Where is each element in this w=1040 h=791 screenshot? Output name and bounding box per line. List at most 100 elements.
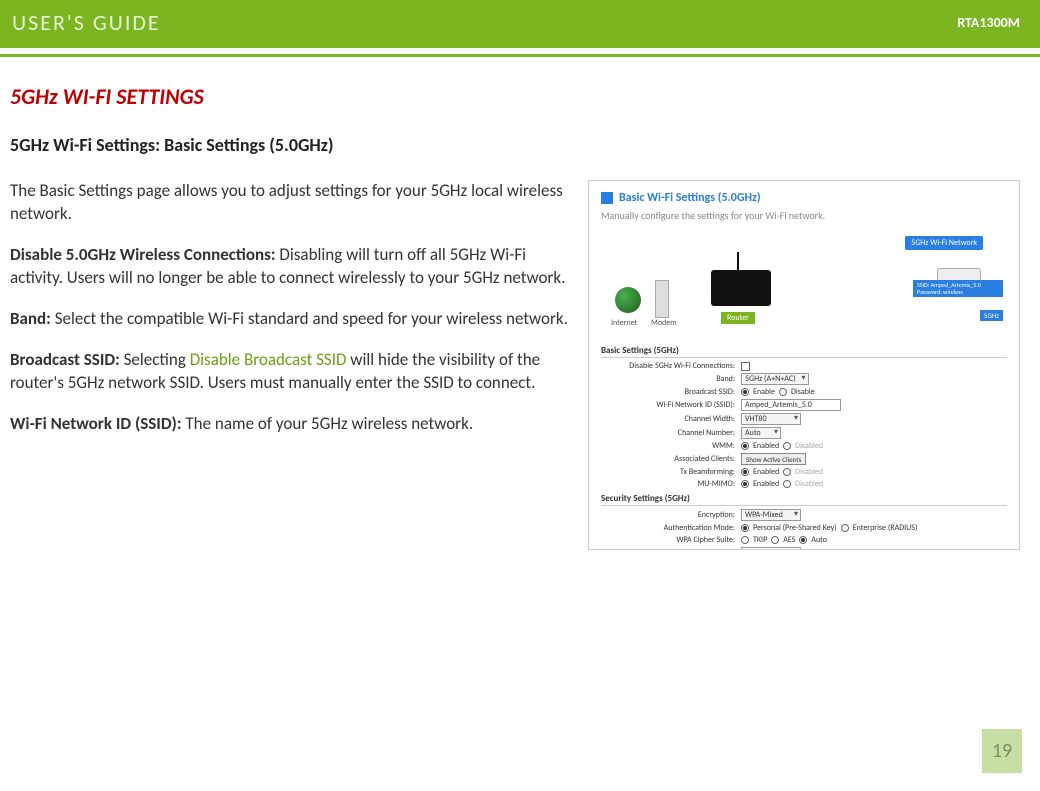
opt-auth-personal: Personal (Pre-Shared Key) [753, 523, 837, 533]
row-chwidth: Channel Width: VHT80 [601, 413, 1007, 425]
ssid-label: Wi-Fi Network ID (SSID): [10, 413, 182, 434]
label-broadcast: Broadcast SSID: [601, 387, 741, 397]
label-chwidth: Channel Width: [601, 414, 741, 424]
opt-disable: Disable [791, 387, 815, 397]
row-wmm: WMM: Enabled Disabled [601, 441, 1007, 451]
row-disable: Disable 5GHz Wi-Fi Connections: [601, 361, 1007, 371]
label-chnum: Channel Number: [601, 428, 741, 438]
select-chnum[interactable]: Auto [741, 427, 781, 439]
modem-label: Modem [651, 318, 677, 328]
section-title: 5GHz WI-FI SETTINGS [10, 83, 1020, 110]
security-section-title: Security Settings (5GHz) [601, 493, 1007, 506]
body-row: The Basic Settings page allows you to ad… [10, 180, 1020, 550]
page-number: 19 [982, 729, 1022, 773]
input-psk[interactable]: •••••••• [741, 547, 801, 550]
opt-aes: AES [783, 535, 795, 545]
radio-mumimo-dis[interactable] [783, 480, 791, 488]
row-ssid: Wi-Fi Network ID (SSID): Amped_Artemis_5… [601, 399, 1007, 411]
label-txbf: Tx Beamforming: [601, 467, 741, 477]
router-icon [711, 270, 771, 306]
row-broadcast: Broadcast SSID: Enable Disable [601, 387, 1007, 397]
radio-auto[interactable] [799, 536, 807, 544]
label-cipher: WPA Cipher Suite: [601, 535, 741, 545]
radio-aes[interactable] [771, 536, 779, 544]
intro-paragraph: The Basic Settings page allows you to ad… [10, 180, 570, 226]
settings-figure: Basic Wi-Fi Settings (5.0GHz) Manually c… [588, 180, 1020, 550]
opt-enable: Enable [753, 387, 775, 397]
band-text: Select the compatible Wi-Fi standard and… [51, 308, 568, 329]
label-mumimo: MU-MIMO: [601, 479, 741, 489]
label-psk: Pre-Shared Key: [601, 548, 741, 550]
row-auth: Authentication Mode: Personal (Pre-Share… [601, 523, 1007, 533]
panel-square-icon [601, 192, 613, 204]
label-band: Band: [601, 374, 741, 384]
radio-tkip[interactable] [741, 536, 749, 544]
broadcast-link: Disable Broadcast SSID [190, 349, 347, 370]
opt-auto: Auto [811, 535, 827, 545]
label-enc: Encryption: [601, 510, 741, 520]
row-assoc: Associated Clients: Show Active Clients [601, 453, 1007, 465]
sub-title: 5GHz Wi-Fi Settings: Basic Settings (5.0… [10, 134, 1020, 156]
modem-icon [655, 280, 669, 318]
text-column: The Basic Settings page allows you to ad… [10, 180, 570, 550]
checkbox-disable[interactable] [741, 362, 750, 371]
radio-mumimo-en[interactable] [741, 480, 749, 488]
radio-wmm-en[interactable] [741, 442, 749, 450]
select-enc[interactable]: WPA-Mixed [741, 509, 801, 521]
panel-title-row: Basic Wi-Fi Settings (5.0GHz) [601, 191, 1007, 205]
opt-auth-ent: Enterprise (RADIUS) [853, 523, 918, 533]
radio-txbf-en[interactable] [741, 468, 749, 476]
internet-label: Internet [611, 318, 637, 328]
opt-wmm-dis: Disabled [795, 441, 823, 451]
label-disable: Disable 5GHz Wi-Fi Connections: [601, 361, 741, 371]
ssid-paragraph: Wi-Fi Network ID (SSID): The name of you… [10, 413, 570, 436]
ghz-tag: 5GHz [980, 310, 1003, 321]
opt-txbf-dis: Disabled [795, 467, 823, 477]
broadcast-label: Broadcast SSID: [10, 349, 120, 370]
broadcast-pre: Selecting [120, 349, 190, 370]
row-cipher: WPA Cipher Suite: TKIP AES Auto [601, 535, 1007, 545]
label-assoc: Associated Clients: [601, 454, 741, 464]
row-psk: Pre-Shared Key: •••••••• [601, 547, 1007, 550]
row-band: Band: 5GHz (A+N+AC) [601, 373, 1007, 385]
radio-bcast-disable[interactable] [779, 388, 787, 396]
radio-auth-ent[interactable] [841, 524, 849, 532]
row-enc: Encryption: WPA-Mixed [601, 509, 1007, 521]
input-ssid[interactable]: Amped_Artemis_5.0 [741, 399, 841, 411]
label-wmm: WMM: [601, 441, 741, 451]
model-number: RTA1300M [957, 14, 1020, 31]
network-diagram: 5GHz Wi-Fi Network Internet Modem Router… [601, 232, 1007, 337]
row-chnum: Channel Number: Auto [601, 427, 1007, 439]
router-label: Router [721, 312, 755, 324]
panel-description: Manually configure the settings for your… [601, 209, 1007, 222]
select-chwidth[interactable]: VHT80 [741, 413, 801, 425]
radio-bcast-enable[interactable] [741, 388, 749, 396]
radio-txbf-dis[interactable] [783, 468, 791, 476]
radio-wmm-dis[interactable] [783, 442, 791, 450]
row-mumimo: MU-MIMO: Enabled Disabled [601, 479, 1007, 489]
guide-title: USER'S GUIDE [12, 9, 161, 36]
disable-paragraph: Disable 5.0GHz Wireless Connections: Dis… [10, 244, 570, 290]
band-label: Band: [10, 308, 51, 329]
ssid-text: The name of your 5GHz wireless network. [182, 413, 474, 434]
basic-section-title: Basic Settings (5GHz) [601, 345, 1007, 358]
radio-auth-personal[interactable] [741, 524, 749, 532]
opt-mumimo-dis: Disabled [795, 479, 823, 489]
opt-wmm-en: Enabled [753, 441, 779, 451]
label-ssid: Wi-Fi Network ID (SSID): [601, 400, 741, 410]
disable-label: Disable 5.0GHz Wireless Connections: [10, 244, 276, 265]
btn-show-clients[interactable]: Show Active Clients [741, 453, 806, 465]
opt-mumimo-en: Enabled [753, 479, 779, 489]
row-txbf: Tx Beamforming: Enabled Disabled [601, 467, 1007, 477]
panel-title: Basic Wi-Fi Settings (5.0GHz) [619, 191, 761, 205]
header-bar: USER'S GUIDE RTA1300M [0, 0, 1040, 48]
opt-tkip: TKIP [753, 535, 767, 545]
network-badge: 5GHz Wi-Fi Network [905, 236, 983, 250]
select-band[interactable]: 5GHz (A+N+AC) [741, 373, 809, 385]
opt-txbf-en: Enabled [753, 467, 779, 477]
page-content: 5GHz WI-FI SETTINGS 5GHz Wi-Fi Settings:… [0, 57, 1040, 550]
label-auth: Authentication Mode: [601, 523, 741, 533]
broadcast-paragraph: Broadcast SSID: Selecting Disable Broadc… [10, 349, 570, 395]
ssid-tag-l2: Password: wireless [917, 288, 963, 296]
ssid-tag: SSID: Amped_Artemis_5.0 Password: wirele… [913, 280, 1003, 297]
